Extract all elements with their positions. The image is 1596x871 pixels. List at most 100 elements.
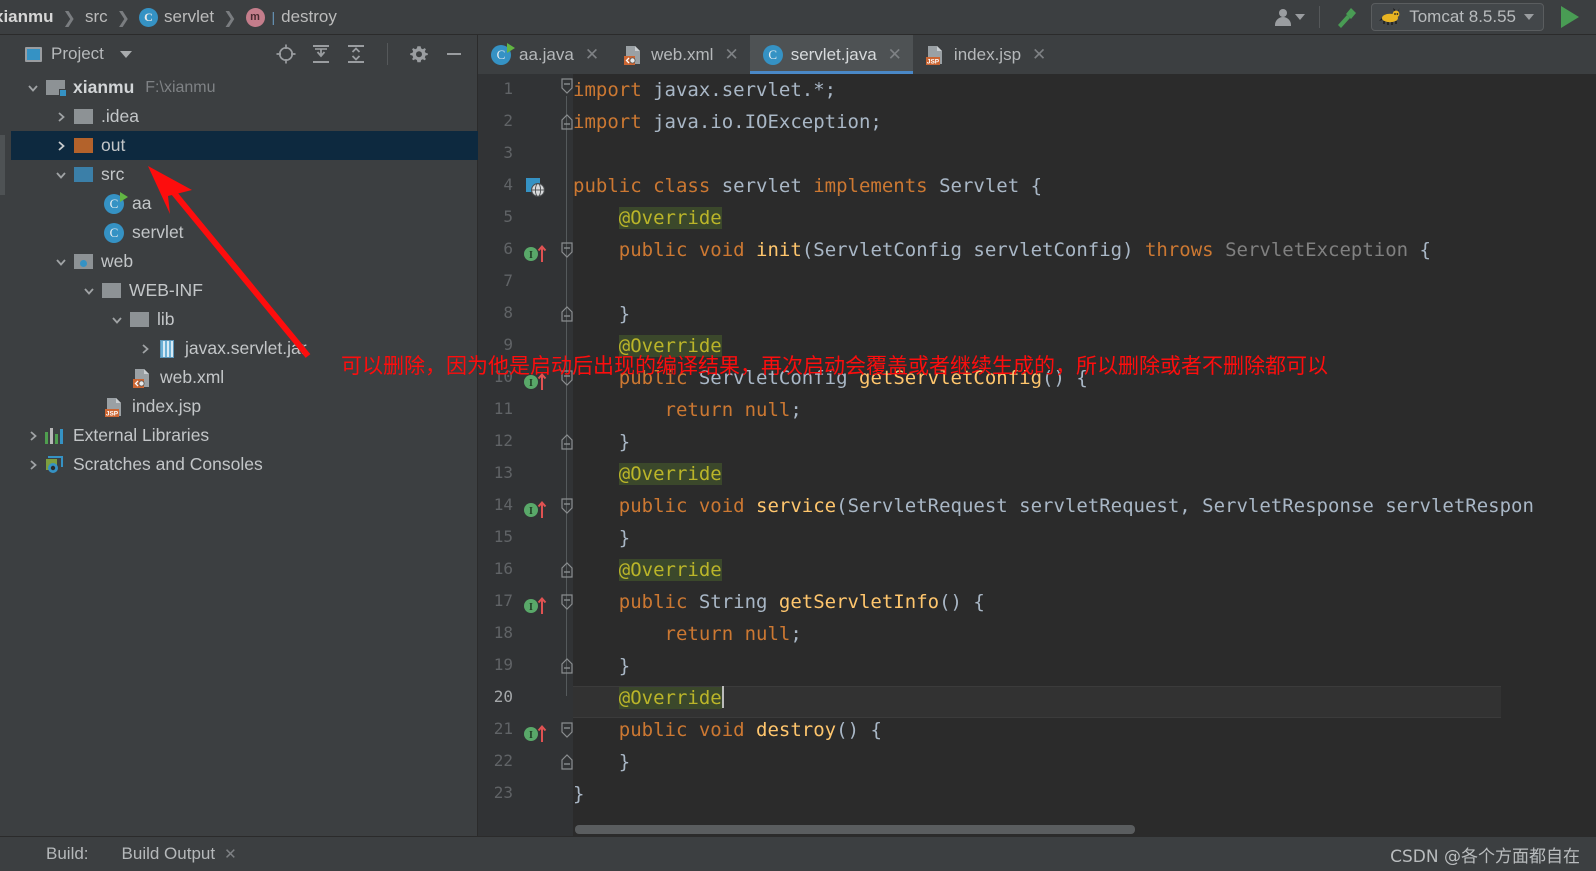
- chevron-right-icon[interactable]: [53, 138, 69, 154]
- run-button[interactable]: [1544, 3, 1590, 31]
- breadcrumb-separator: ❯: [223, 7, 237, 27]
- folder-grey-icon: [100, 283, 122, 298]
- tree-row-idea[interactable]: .idea: [11, 102, 478, 131]
- libraries-icon: [44, 427, 66, 444]
- breadcrumb-label: src: [84, 7, 108, 26]
- chevron-down-icon[interactable]: [109, 312, 125, 328]
- method-icon: m: [245, 7, 265, 27]
- tree-label: Scratches and Consoles: [73, 454, 263, 474]
- fold-marker-collapse-icon[interactable]: [560, 722, 574, 745]
- editor-tab-web-xml[interactable]: web.xml ✕: [610, 35, 750, 74]
- watermark: CSDN @各个方面都自在: [1390, 847, 1580, 867]
- breadcrumb-item-project[interactable]: xianmu: [0, 7, 54, 27]
- run-configuration-label: Tomcat 8.5.55: [1409, 7, 1516, 26]
- tree-label: External Libraries: [73, 425, 210, 445]
- line-number: 14: [493, 495, 513, 514]
- fold-marker-end-icon[interactable]: [560, 658, 574, 679]
- project-tool-window: Project xianmu F:\xianmu .idea out src C…: [11, 35, 478, 836]
- annotation-text: 可以删除，因为他是启动后出现的编译结果，再次启动会覆盖或者继续生成的，所以删除或…: [341, 354, 1328, 378]
- chevron-right-icon[interactable]: [25, 428, 41, 444]
- fold-marker-collapse-icon[interactable]: [560, 594, 574, 617]
- fold-marker-collapse-icon[interactable]: [560, 242, 574, 265]
- build-output-tab[interactable]: Build Output ✕: [122, 844, 237, 864]
- implements-method-icon[interactable]: I: [523, 242, 549, 269]
- project-panel-title[interactable]: Project: [25, 44, 132, 64]
- close-icon[interactable]: ✕: [1032, 45, 1046, 65]
- editor-horizontal-scrollbar[interactable]: [575, 825, 1594, 834]
- fold-marker-end-icon[interactable]: [560, 562, 574, 583]
- fold-marker-collapse-icon[interactable]: [560, 498, 574, 521]
- code-folding-column[interactable]: [561, 74, 573, 836]
- build-output-label: Build Output: [121, 844, 216, 863]
- editor-tab-index-jsp[interactable]: JSP index.jsp ✕: [913, 35, 1057, 74]
- line-number: 22: [493, 751, 513, 770]
- chevron-down-icon[interactable]: [25, 80, 41, 96]
- code-text[interactable]: import javax.servlet.*; import java.io.I…: [573, 74, 1596, 836]
- line-number: 8: [503, 303, 513, 322]
- line-number: 7: [503, 271, 513, 290]
- close-icon[interactable]: ✕: [724, 45, 738, 65]
- svg-text:I: I: [529, 250, 533, 261]
- breadcrumb-item-class[interactable]: C servlet: [139, 7, 214, 27]
- line-number: 1: [503, 79, 513, 98]
- breadcrumb-separator: ❯: [116, 7, 131, 27]
- tree-row-out[interactable]: out: [11, 131, 478, 160]
- implements-method-icon[interactable]: I: [523, 722, 549, 749]
- chevron-down-icon: [119, 50, 132, 58]
- editor-tab-aa-java[interactable]: C aa.java ✕: [478, 35, 610, 74]
- user-account-button[interactable]: [1267, 6, 1312, 28]
- stripe-tab-project[interactable]: [0, 135, 5, 195]
- line-number: 3: [503, 143, 513, 162]
- settings-gear-icon[interactable]: [408, 43, 430, 65]
- line-number: 18: [493, 623, 513, 642]
- fold-marker-collapse-icon[interactable]: [560, 78, 574, 101]
- collapse-all-icon[interactable]: [345, 43, 367, 65]
- close-icon[interactable]: ✕: [585, 45, 599, 65]
- hammer-icon: [1334, 5, 1360, 29]
- locate-icon[interactable]: [275, 43, 297, 65]
- run-configuration-selector[interactable]: Tomcat 8.5.55: [1371, 3, 1544, 31]
- servlet-marker-icon[interactable]: [526, 178, 546, 203]
- expand-all-icon[interactable]: [310, 43, 332, 65]
- tree-label: index.jsp: [132, 396, 202, 416]
- fold-marker-end-icon[interactable]: [560, 754, 574, 775]
- toolbar-divider: [387, 43, 388, 65]
- chevron-right-icon[interactable]: [25, 457, 41, 473]
- code-editor[interactable]: 1 2 3 4 5 6 7 8 9 10 11 12 13 14 15 16 1…: [478, 74, 1596, 836]
- line-number: 16: [493, 559, 513, 578]
- caret-marker: |: [271, 9, 276, 25]
- chevron-right-icon[interactable]: [53, 109, 69, 125]
- folder-source-icon: [72, 167, 94, 182]
- hide-panel-icon[interactable]: [443, 43, 465, 65]
- editor-tab-label: aa.java: [519, 44, 574, 64]
- line-number: 20: [493, 687, 513, 706]
- implements-method-icon[interactable]: I: [523, 498, 549, 525]
- tree-row-index-jsp[interactable]: JSP index.jsp: [11, 392, 478, 421]
- web-folder-icon: [72, 254, 94, 269]
- tree-row-external-libraries[interactable]: External Libraries: [11, 421, 478, 450]
- tree-label: xianmu: [73, 77, 135, 97]
- fold-marker-end-icon[interactable]: [560, 114, 574, 135]
- tree-row-scratches-and-consoles[interactable]: Scratches and Consoles: [11, 450, 478, 479]
- close-icon[interactable]: ✕: [888, 45, 902, 65]
- build-project-button[interactable]: [1327, 2, 1367, 32]
- fold-marker-end-icon[interactable]: [560, 306, 574, 327]
- close-icon[interactable]: ✕: [224, 845, 237, 863]
- chevron-down-icon[interactable]: [53, 254, 69, 270]
- tree-label: out: [101, 135, 126, 155]
- editor-tab-servlet-java[interactable]: C servlet.java ✕: [749, 35, 914, 74]
- breadcrumb-item-method[interactable]: m | destroy: [245, 7, 337, 27]
- implements-method-icon[interactable]: I: [523, 594, 549, 621]
- chevron-down-icon[interactable]: [53, 167, 69, 183]
- tree-row-xianmu[interactable]: xianmu F:\xianmu: [11, 73, 478, 102]
- breadcrumb-item-src[interactable]: src: [85, 7, 108, 27]
- chevron-down-icon[interactable]: [81, 283, 97, 299]
- red-arrow-pointer: [148, 166, 311, 358]
- fold-marker-end-icon[interactable]: [560, 434, 574, 455]
- line-number: 23: [493, 783, 513, 802]
- tree-path: F:\xianmu: [145, 78, 216, 96]
- xml-file-icon: [623, 45, 643, 65]
- project-panel-title-label: Project: [51, 44, 104, 63]
- editor-gutter[interactable]: 1 2 3 4 5 6 7 8 9 10 11 12 13 14 15 16 1…: [478, 74, 573, 836]
- java-class-icon: C: [103, 222, 125, 243]
